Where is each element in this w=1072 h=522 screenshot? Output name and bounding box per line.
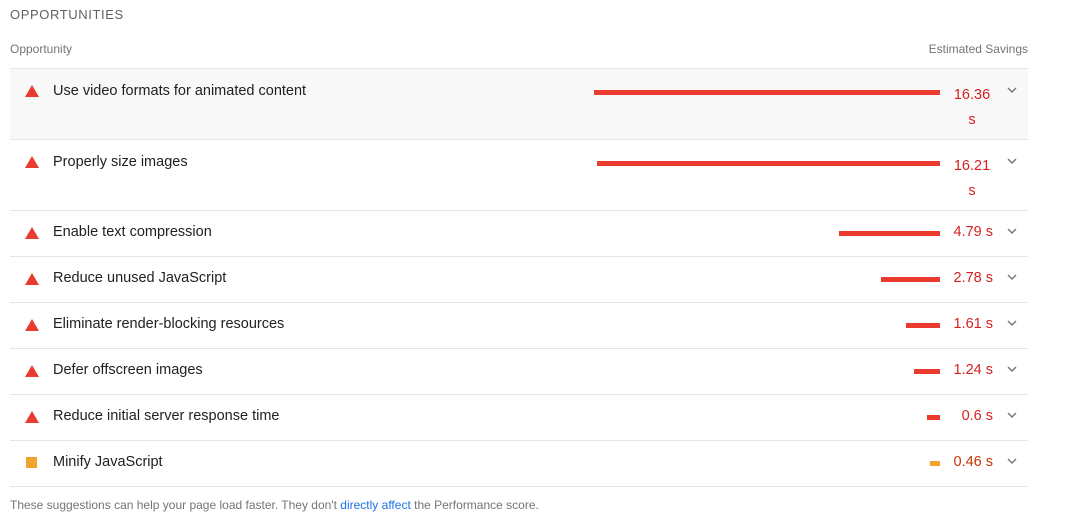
savings-bar — [594, 90, 940, 95]
fail-triangle-icon — [25, 411, 39, 423]
savings-bar — [881, 277, 940, 282]
savings-bar — [930, 461, 940, 466]
footer-text-after: the Performance score. — [410, 498, 539, 512]
opportunity-row[interactable]: Minify JavaScript 0.46 s — [10, 440, 1028, 487]
savings-bar — [597, 161, 940, 166]
savings-bar — [914, 369, 940, 374]
savings-value: 1.61 s — [953, 316, 994, 332]
footer-note: These suggestions can help your page loa… — [10, 498, 539, 512]
savings-bar — [839, 231, 940, 236]
fail-triangle-icon — [25, 365, 39, 377]
opportunity-label: Use video formats for animated content — [53, 83, 307, 99]
savings-value: 4.79 s — [953, 224, 994, 240]
savings-value: 2.78 s — [953, 270, 994, 286]
savings-bar — [927, 415, 940, 420]
section-title: OPPORTUNITIES — [10, 7, 124, 22]
opportunity-label: Reduce initial server response time — [53, 408, 280, 424]
column-header-opportunity: Opportunity — [10, 42, 73, 56]
savings-value: 16.21 s — [953, 158, 991, 199]
chevron-down-icon[interactable] — [1006, 157, 1018, 165]
savings-value: 1.24 s — [953, 362, 994, 378]
directly-affect-link[interactable]: directly affect — [340, 498, 410, 512]
fail-triangle-icon — [25, 227, 39, 239]
opportunities-section: OPPORTUNITIES Opportunity Estimated Savi… — [0, 0, 1072, 522]
savings-value: 0.6 s — [961, 408, 993, 424]
chevron-down-icon[interactable] — [1006, 457, 1018, 465]
fail-triangle-icon — [25, 319, 39, 331]
opportunity-label: Eliminate render-blocking resources — [53, 316, 285, 332]
column-header-estimated-savings: Estimated Savings — [928, 42, 1028, 56]
opportunity-label: Reduce unused JavaScript — [53, 270, 227, 286]
fail-triangle-icon — [25, 156, 39, 168]
savings-value: 0.46 s — [953, 454, 994, 470]
fail-triangle-icon — [25, 273, 39, 285]
chevron-down-icon[interactable] — [1006, 365, 1018, 373]
opportunity-label: Defer offscreen images — [53, 362, 203, 378]
opportunity-row[interactable]: Properly size images 16.21 s — [10, 139, 1028, 210]
chevron-down-icon[interactable] — [1006, 227, 1018, 235]
fail-triangle-icon — [25, 85, 39, 97]
opportunity-row[interactable]: Enable text compression 4.79 s — [10, 210, 1028, 256]
chevron-down-icon[interactable] — [1006, 319, 1018, 327]
opportunity-row[interactable]: Defer offscreen images 1.24 s — [10, 348, 1028, 394]
opportunity-row[interactable]: Eliminate render-blocking resources 1.61… — [10, 302, 1028, 348]
opportunity-row[interactable]: Reduce unused JavaScript 2.78 s — [10, 256, 1028, 302]
opportunity-row[interactable]: Use video formats for animated content 1… — [10, 68, 1028, 139]
opportunity-label: Minify JavaScript — [53, 454, 163, 470]
savings-value: 16.36 s — [953, 87, 991, 128]
chevron-down-icon[interactable] — [1006, 411, 1018, 419]
average-square-icon — [26, 457, 37, 468]
opportunities-table: Use video formats for animated content 1… — [10, 68, 1028, 487]
opportunity-label: Properly size images — [53, 154, 188, 170]
savings-bar — [906, 323, 940, 328]
chevron-down-icon[interactable] — [1006, 86, 1018, 94]
chevron-down-icon[interactable] — [1006, 273, 1018, 281]
footer-text-before: These suggestions can help your page loa… — [10, 498, 341, 512]
opportunity-row[interactable]: Reduce initial server response time 0.6 … — [10, 394, 1028, 440]
opportunity-label: Enable text compression — [53, 224, 212, 240]
